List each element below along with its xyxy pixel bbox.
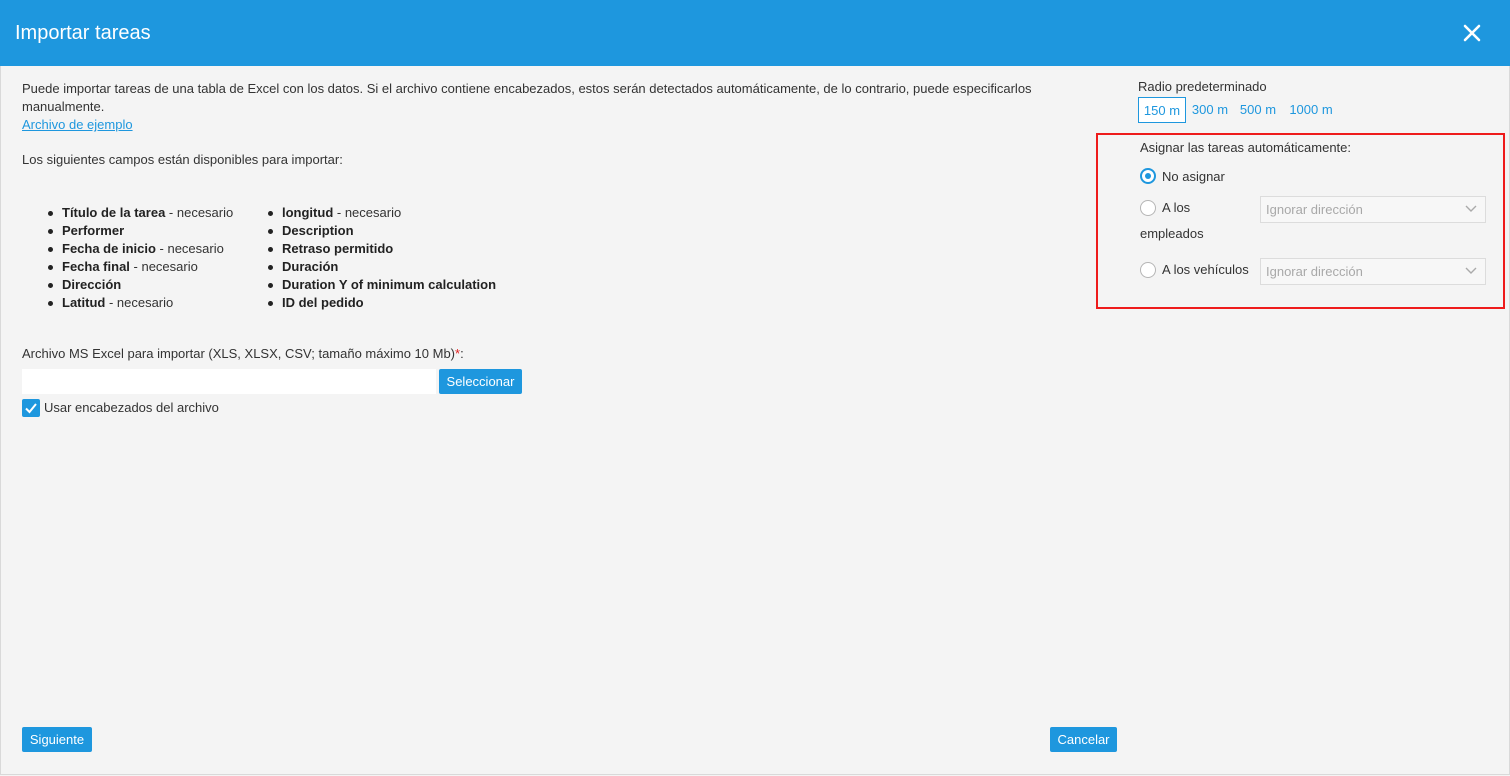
list-item: Retraso permitido bbox=[267, 240, 496, 258]
file-path-input[interactable] bbox=[22, 369, 436, 394]
list-item: Latitud - necesario bbox=[47, 294, 233, 312]
list-item: Fecha final - necesario bbox=[47, 258, 233, 276]
fields-list-col2: longitud - necesario Description Retraso… bbox=[264, 204, 496, 312]
close-icon[interactable] bbox=[1460, 21, 1484, 45]
list-item: ID del pedido bbox=[267, 294, 496, 312]
radio-employees-label: A los bbox=[1162, 200, 1191, 215]
radius-option-300[interactable]: 300 m bbox=[1189, 97, 1231, 123]
file-label: Archivo MS Excel para importar (XLS, XLS… bbox=[22, 346, 464, 361]
next-button[interactable]: Siguiente bbox=[22, 727, 92, 752]
dialog-title: Importar tareas bbox=[15, 22, 151, 44]
assign-title: Asignar las tareas automáticamente: bbox=[1140, 140, 1351, 155]
fields-title: Los siguientes campos están disponibles … bbox=[22, 152, 343, 167]
use-headers-checkbox[interactable] bbox=[22, 399, 40, 417]
intro-description: Puede importar tareas de una tabla de Ex… bbox=[22, 81, 1032, 114]
chevron-down-icon bbox=[1465, 205, 1477, 212]
dialog-header: Importar tareas bbox=[0, 0, 1510, 66]
radio-no-assign-label: No asignar bbox=[1162, 169, 1225, 184]
radio-vehicles[interactable] bbox=[1140, 262, 1156, 278]
radius-option-500[interactable]: 500 m bbox=[1237, 97, 1279, 123]
list-item: longitud - necesario bbox=[267, 204, 496, 222]
radius-option-1000[interactable]: 1000 m bbox=[1286, 97, 1336, 123]
radius-label: Radio predeterminado bbox=[1138, 79, 1267, 94]
fields-list-col1: Título de la tarea - necesario Performer… bbox=[44, 204, 233, 312]
checkmark-icon bbox=[25, 403, 37, 414]
radio-no-assign[interactable] bbox=[1140, 168, 1156, 184]
list-item: Duration Y of minimum calculation bbox=[267, 277, 497, 292]
list-item: Duración bbox=[267, 258, 496, 276]
list-item: Título de la tarea - necesario bbox=[47, 205, 234, 220]
example-file-link[interactable]: Archivo de ejemplo bbox=[22, 117, 133, 132]
intro-text: Puede importar tareas de una tabla de Ex… bbox=[22, 80, 1102, 134]
cancel-button[interactable]: Cancelar bbox=[1050, 727, 1117, 752]
list-item: Description bbox=[267, 222, 496, 240]
select-file-button[interactable]: Seleccionar bbox=[439, 369, 522, 394]
radius-option-150[interactable]: 150 m bbox=[1138, 97, 1186, 123]
list-item: Fecha de inicio - necesario bbox=[47, 240, 233, 258]
chevron-down-icon bbox=[1465, 267, 1477, 274]
list-item: Dirección bbox=[47, 276, 233, 294]
radio-employees-label-cont: empleados bbox=[1140, 226, 1204, 241]
list-item: Performer bbox=[47, 222, 233, 240]
employees-direction-select[interactable]: Ignorar dirección bbox=[1260, 196, 1486, 223]
vehicles-direction-select[interactable]: Ignorar dirección bbox=[1260, 258, 1486, 285]
radio-employees[interactable] bbox=[1140, 200, 1156, 216]
use-headers-label: Usar encabezados del archivo bbox=[44, 400, 219, 415]
radio-vehicles-label: A los vehículos bbox=[1162, 262, 1249, 277]
